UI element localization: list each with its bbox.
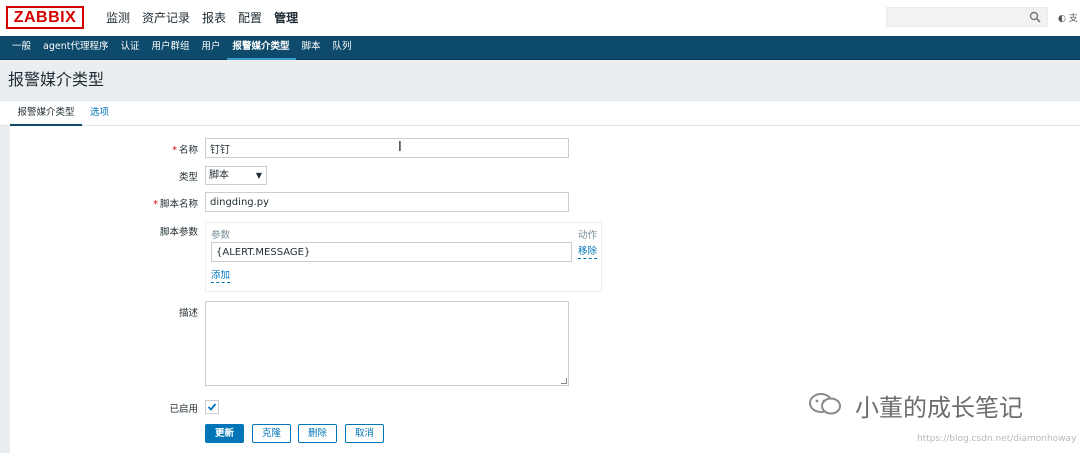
- add-param-link[interactable]: 添加: [211, 270, 231, 283]
- type-label: 类型: [178, 172, 198, 183]
- action-column-header: 动作: [578, 230, 598, 241]
- resize-grip-icon[interactable]: [561, 378, 567, 384]
- sub-menu-scripts[interactable]: 脚本: [296, 36, 327, 60]
- clone-button[interactable]: 克隆: [252, 424, 291, 443]
- required-asterisk: *: [172, 145, 177, 156]
- sub-menu-media-types[interactable]: 报警媒介类型: [226, 36, 296, 60]
- name-field[interactable]: [205, 138, 569, 158]
- script-name-field[interactable]: [205, 192, 569, 212]
- script-params-label: 脚本参数: [159, 227, 198, 238]
- main-menu-reports[interactable]: 报表: [196, 0, 232, 36]
- dropdown-arrow-icon: ▼: [255, 171, 262, 180]
- script-name-label: * 脚本名称: [153, 199, 198, 210]
- main-menu-inventory[interactable]: 资产记录: [136, 0, 196, 36]
- name-label: * 名称: [172, 145, 198, 156]
- script-param-field[interactable]: [211, 242, 572, 262]
- cancel-button[interactable]: 取消: [345, 424, 384, 443]
- remove-param-link[interactable]: 移除: [578, 246, 598, 259]
- main-menu-monitoring[interactable]: 监测: [100, 0, 136, 36]
- sub-menu-general[interactable]: 一般: [6, 36, 37, 60]
- sub-menu: 一般 agent代理程序 认证 用户群组 用户 报警媒介类型 脚本 队列: [0, 36, 1080, 60]
- main-menu: 监测 资产记录 报表 配置 管理: [100, 0, 304, 36]
- checkmark-icon: [207, 403, 217, 411]
- description-textarea[interactable]: [205, 301, 569, 386]
- sub-menu-users[interactable]: 用户: [196, 36, 227, 60]
- sub-menu-proxies[interactable]: agent代理程序: [37, 36, 114, 60]
- sub-menu-queue[interactable]: 队列: [327, 36, 358, 60]
- script-params-table: 参数 动作 移除 添加: [205, 222, 602, 292]
- global-search: [886, 7, 1048, 27]
- type-select[interactable]: 脚本 ▼: [205, 166, 267, 185]
- zabbix-logo[interactable]: ZABBIX: [6, 6, 84, 29]
- update-button[interactable]: 更新: [205, 424, 244, 443]
- support-link[interactable]: ◐ 支: [1058, 11, 1078, 24]
- text-cursor-icon: Ⅰ: [398, 140, 402, 155]
- sub-menu-authentication[interactable]: 认证: [114, 36, 145, 60]
- params-column-header: 参数: [211, 230, 231, 241]
- watermark-url: https://blog.csdn.net/diamonhoway: [917, 434, 1077, 444]
- main-menu-administration[interactable]: 管理: [268, 0, 304, 36]
- watermark-text: 小董的成长笔记: [855, 394, 1023, 422]
- main-menu-configuration[interactable]: 配置: [232, 0, 268, 36]
- tabs-bar: 报警媒介类型 选项: [0, 100, 1080, 126]
- delete-button[interactable]: 删除: [298, 424, 337, 443]
- headset-icon: ◐: [1058, 14, 1066, 24]
- search-icon[interactable]: [1029, 11, 1041, 23]
- search-input[interactable]: [887, 8, 1027, 26]
- enabled-label: 已启用: [169, 404, 198, 415]
- wechat-icon: [809, 393, 841, 415]
- support-label: 支: [1068, 14, 1078, 24]
- description-label: 描述: [178, 308, 198, 319]
- type-select-value: 脚本: [209, 170, 229, 181]
- tab-media-type[interactable]: 报警媒介类型: [10, 101, 82, 126]
- tab-options[interactable]: 选项: [90, 101, 109, 126]
- page-title: 报警媒介类型: [8, 70, 105, 89]
- top-bar: ZABBIX 监测 资产记录 报表 配置 管理 ◐ 支: [0, 0, 1080, 36]
- required-asterisk: *: [153, 199, 158, 210]
- sub-menu-user-groups[interactable]: 用户群组: [145, 36, 195, 60]
- enabled-checkbox[interactable]: [205, 400, 219, 414]
